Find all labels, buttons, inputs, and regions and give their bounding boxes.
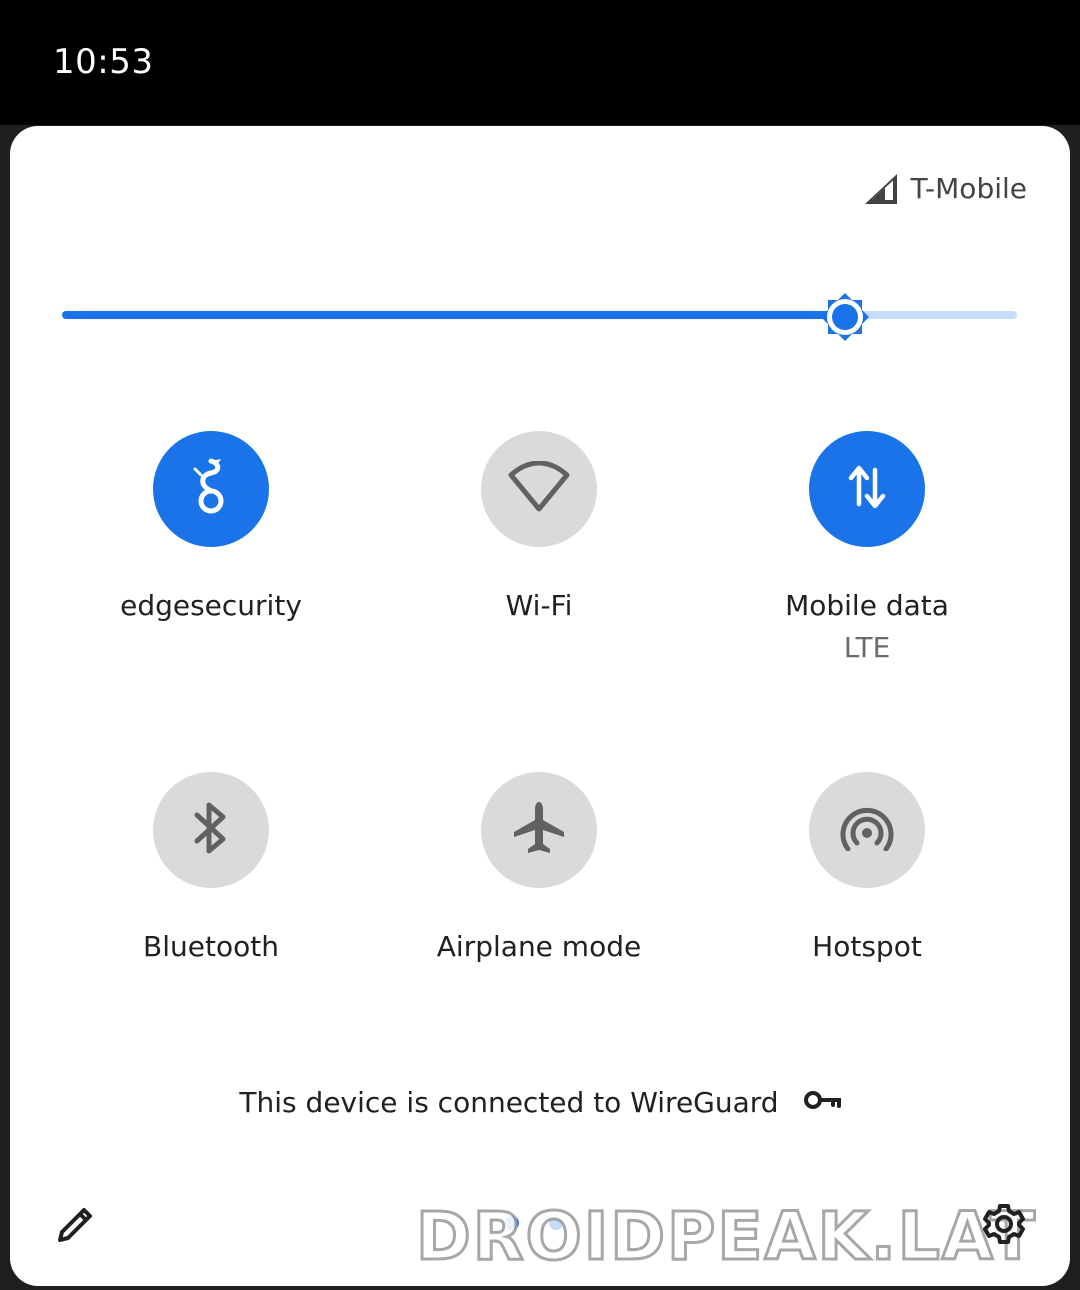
pencil-icon (54, 1202, 98, 1250)
tile-label: edgesecurity (120, 589, 302, 622)
tile-edgesecurity[interactable]: edgesecurity (61, 431, 361, 623)
brightness-icon (821, 292, 870, 342)
tile-airplane-mode-toggle[interactable] (481, 772, 597, 888)
tile-hotspot-toggle[interactable] (809, 772, 925, 888)
tile-label: Hotspot (812, 930, 922, 963)
bluetooth-icon (191, 799, 231, 861)
tile-mobile-data-toggle[interactable] (809, 431, 925, 547)
key-icon (803, 1086, 841, 1119)
airplane-icon (512, 800, 566, 860)
edit-button[interactable] (48, 1198, 104, 1254)
carrier-info: T-Mobile (863, 172, 1027, 205)
gear-icon (980, 1200, 1028, 1252)
tile-label: Airplane mode (436, 930, 642, 963)
wifi-icon (507, 460, 571, 517)
status-bar: 10:53 (0, 0, 1080, 125)
tile-label: Wi-Fi (505, 589, 573, 622)
mobile-data-icon (847, 464, 887, 514)
tile-airplane-mode[interactable]: Airplane mode (389, 772, 689, 964)
quick-settings-panel: T-Mobile edgesecurity Wi-Fi Mobile data … (10, 126, 1070, 1286)
tile-label: Mobile data (785, 589, 949, 622)
tile-edgesecurity-toggle[interactable] (153, 431, 269, 547)
tile-wifi[interactable]: Wi-Fi (389, 431, 689, 623)
wireguard-icon (189, 455, 233, 523)
brightness-thumb[interactable] (816, 288, 874, 346)
carrier-name: T-Mobile (910, 172, 1027, 205)
watermark: DROIDPEAK.LAT (415, 1197, 1037, 1277)
tile-hotspot[interactable]: Hotspot (717, 772, 1017, 964)
clock: 10:53 (53, 42, 154, 82)
tile-mobile-data[interactable]: Mobile data LTE (717, 431, 1017, 665)
settings-button[interactable] (976, 1198, 1032, 1254)
brightness-track-fill (62, 311, 846, 319)
tile-wifi-toggle[interactable] (481, 431, 597, 547)
tile-bluetooth[interactable]: Bluetooth (61, 772, 361, 964)
tile-sublabel: LTE (843, 631, 891, 664)
signal-icon (863, 173, 899, 205)
brightness-slider[interactable] (62, 290, 1017, 342)
vpn-status[interactable]: This device is connected to WireGuard (10, 1086, 1070, 1119)
hotspot-icon (839, 805, 895, 855)
vpn-message: This device is connected to WireGuard (239, 1086, 779, 1119)
tile-bluetooth-toggle[interactable] (153, 772, 269, 888)
tile-label: Bluetooth (143, 930, 279, 963)
